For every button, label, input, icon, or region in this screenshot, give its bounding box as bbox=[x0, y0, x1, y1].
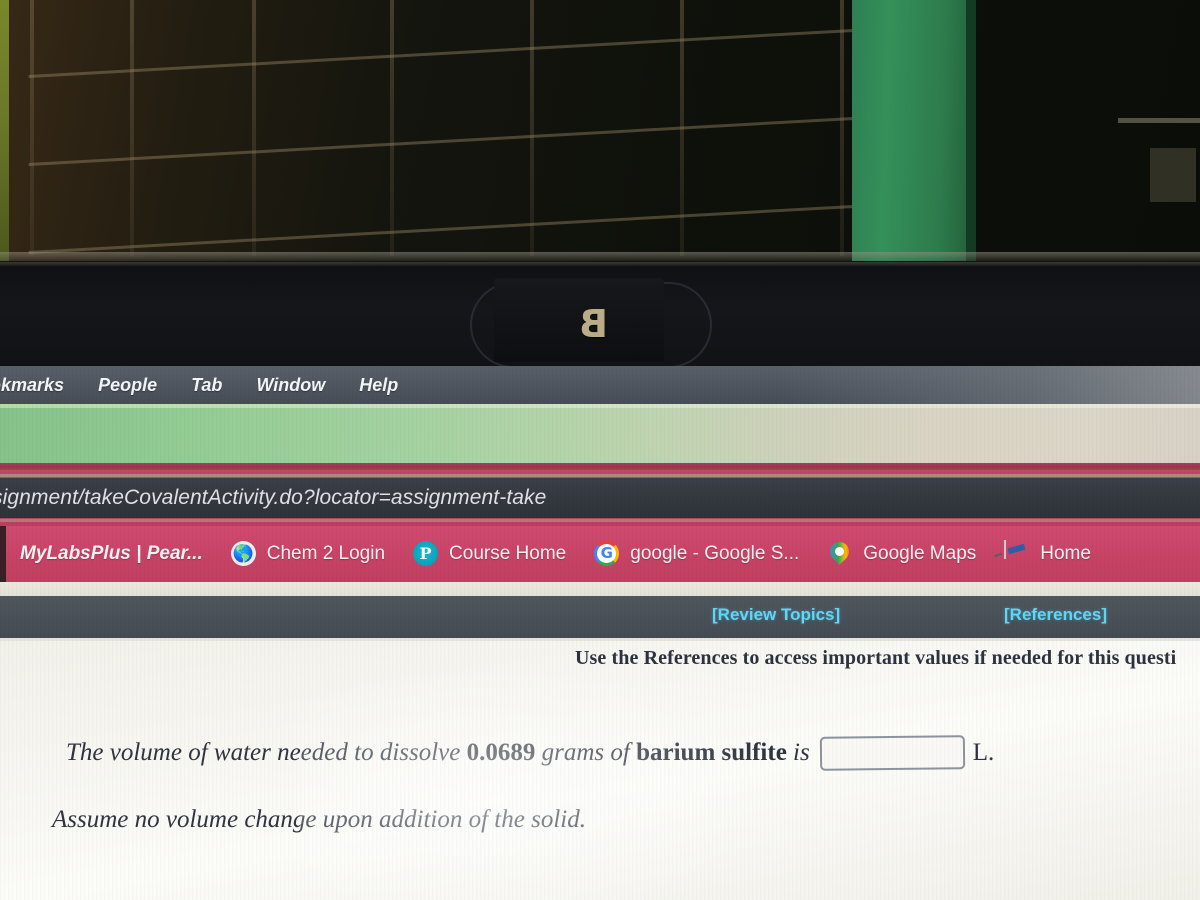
question-mass-value: 0.0689 bbox=[466, 739, 536, 766]
screenshot-root: B okmarks People Tab Window Help signmen… bbox=[0, 0, 1200, 900]
question-text-part-2: grams of bbox=[541, 739, 630, 766]
bookmark-label: Google Maps bbox=[863, 543, 977, 564]
bookmark-label: google - Google S... bbox=[630, 543, 800, 564]
menu-help[interactable]: Help bbox=[359, 375, 398, 396]
references-link[interactable]: [References] bbox=[1004, 605, 1107, 625]
green-wall-panel bbox=[852, 0, 970, 262]
mac-menu-bar: okmarks People Tab Window Help bbox=[0, 366, 1200, 404]
window-mullion bbox=[252, 0, 256, 256]
tabstrip-highlight bbox=[0, 404, 1200, 408]
question-page: Use the References to access important v… bbox=[0, 638, 1200, 900]
laptop-brand-b-logo: B bbox=[578, 302, 608, 346]
yellow-green-edge-strip bbox=[0, 0, 9, 268]
bookmark-course-home[interactable]: P Course Home bbox=[399, 526, 580, 582]
references-instruction: Use the References to access important v… bbox=[575, 647, 1177, 669]
assignment-toolbar: [Review Topics] [References] bbox=[0, 596, 1200, 638]
window-mullion bbox=[30, 0, 34, 256]
bookmark-label: MyLabsPlus | Pear... bbox=[20, 543, 203, 564]
answer-input[interactable] bbox=[819, 735, 965, 771]
window-mullion bbox=[840, 0, 844, 256]
question-text-part-3: is bbox=[793, 739, 810, 766]
window-mullion bbox=[530, 0, 534, 256]
google-g-icon: G bbox=[594, 541, 620, 567]
omnibox-bottom-glow bbox=[0, 519, 1200, 522]
map-pin-icon bbox=[826, 538, 854, 567]
question-line-1: The volume of water needed to dissolve 0… bbox=[66, 735, 995, 771]
page-top-border bbox=[0, 638, 1200, 641]
background-shelf-edge bbox=[1118, 118, 1200, 123]
laptop-bezel: B bbox=[0, 262, 1200, 370]
menubar-glare bbox=[780, 366, 1200, 404]
bookmark-label: Course Home bbox=[449, 543, 567, 564]
address-bar[interactable]: signment/takeCovalentActivity.do?locator… bbox=[0, 478, 1200, 518]
question-text-part-1: The volume of water needed to dissolve bbox=[66, 739, 461, 766]
question-compound-name: barium sulfite bbox=[636, 739, 787, 766]
tabstrip-bottom-edge bbox=[0, 463, 1200, 470]
menu-bookmarks-clipped[interactable]: okmarks bbox=[0, 375, 64, 396]
bookmark-label: Home bbox=[1040, 543, 1091, 564]
background-object bbox=[1150, 148, 1196, 202]
bookmark-home[interactable]: Home bbox=[990, 526, 1105, 582]
room-photo-background bbox=[0, 0, 1200, 268]
menu-people[interactable]: People bbox=[98, 375, 157, 396]
menu-window[interactable]: Window bbox=[256, 375, 325, 396]
bezel-top-highlight bbox=[0, 262, 1200, 266]
window-mullion bbox=[390, 0, 394, 256]
omnibox-container: signment/takeCovalentActivity.do?locator… bbox=[0, 470, 1200, 526]
page-top-separator bbox=[0, 582, 1200, 596]
menu-tab[interactable]: Tab bbox=[191, 375, 222, 396]
bookmark-google-search[interactable]: G google - Google S... bbox=[580, 526, 813, 582]
pearson-p-icon: P bbox=[413, 541, 439, 567]
note-pencil-icon bbox=[1004, 540, 1030, 567]
review-topics-link[interactable]: [Review Topics] bbox=[712, 605, 840, 625]
browser-tab-strip[interactable] bbox=[0, 404, 1200, 470]
globe-icon: 🌎 bbox=[230, 541, 257, 567]
omnibox-top-glow bbox=[0, 474, 1200, 477]
answer-unit-label: L. bbox=[972, 739, 995, 766]
bookmark-google-maps[interactable]: Google Maps bbox=[813, 526, 990, 582]
bookmark-label: Chem 2 Login bbox=[266, 543, 386, 564]
url-text[interactable]: signment/takeCovalentActivity.do?locator… bbox=[0, 486, 546, 510]
question-line-2: Assume no volume change upon addition of… bbox=[52, 806, 586, 833]
bookmark-clipped-favicon bbox=[0, 526, 6, 582]
green-wall-panel-edge bbox=[966, 0, 976, 262]
bookmarks-bar: MyLabsPlus | Pear... 🌎 Chem 2 Login P Co… bbox=[0, 526, 1200, 582]
window-mullion bbox=[130, 0, 134, 256]
bookmark-chem-2-login[interactable]: 🌎 Chem 2 Login bbox=[217, 526, 399, 582]
bookmark-mylabsplus[interactable]: MyLabsPlus | Pear... bbox=[6, 526, 217, 582]
